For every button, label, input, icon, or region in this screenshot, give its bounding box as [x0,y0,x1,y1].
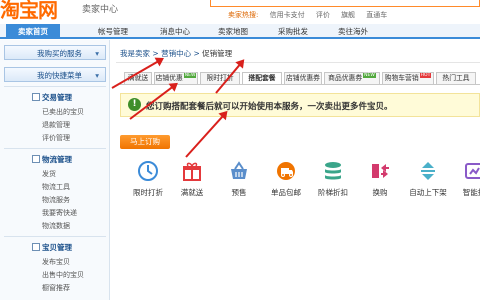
search-box[interactable] [210,0,480,7]
breadcrumb-separator: > [193,49,200,58]
gift-icon [183,162,201,181]
sidebar-item[interactable]: 出售中的宝贝 [42,270,84,280]
nav-messages[interactable]: 消息中心 [148,24,202,39]
tab-label: 商品优惠券 [328,74,363,82]
tab-label: 购物车营销 [384,74,419,82]
hot-link[interactable]: 评价 [316,11,330,19]
tab-label: 店铺优惠券 [286,74,320,82]
clock-icon [138,161,158,181]
service-label: 单品包邮 [271,188,301,197]
smart-icon [465,163,480,179]
service-label: 阶梯折扣 [318,188,348,197]
chevron-down-icon: ▾ [95,71,99,80]
nav-seller-home[interactable]: 卖家首页 [6,24,60,39]
breadcrumb: 我是卖家 > 营销中心 > 促销管理 [120,48,232,59]
exchange-icon [372,164,389,178]
tab-label: 店铺优惠 [155,74,183,82]
stack-icon [325,162,341,180]
service-smart[interactable]: 智能推 [452,160,480,198]
service-label: 满就送 [180,188,204,197]
tab-label: 搭配套餐 [248,74,276,82]
annotation-arrow [185,111,227,158]
tab-shop-coupon[interactable]: 店铺优惠券 [284,72,322,84]
sidebar-item[interactable]: 物流服务 [42,195,70,205]
sidebar-item[interactable]: 橱窗推荐 [42,283,70,293]
service-label: 预售 [231,188,247,197]
divider [4,86,106,87]
seller-center-title: 卖家中心 [82,5,119,15]
chevron-down-icon: ▾ [95,49,99,58]
service-label: 限时打折 [133,188,163,197]
service-limited-discount[interactable]: 限时打折 [126,160,170,198]
tab-label: 热门工具 [442,74,470,82]
sidebar-quick-menu[interactable]: 我的快捷菜单 ▾ [4,67,106,82]
sidebar-item[interactable]: 我要寄快递 [42,208,77,218]
sidebar-item[interactable]: 发布宝贝 [42,257,70,267]
main-nav: 卖家首页 帐号管理 消息中心 卖家地图 采购批发 卖往海外 [0,24,480,39]
divider [4,236,106,237]
service-label: 自动上下架 [409,188,447,197]
alert-icon: ! [128,98,141,111]
sidebar-item[interactable]: 发货 [42,169,56,179]
sidebar-group-logistics[interactable]: 物流管理 [32,154,72,165]
sidebar-button-label: 我的快捷菜单 [37,71,82,80]
new-badge: NEW [363,73,376,78]
hot-search-label: 卖家热搜: [228,11,259,19]
breadcrumb-marketing[interactable]: 营销中心 [161,49,191,58]
top-header: 淘宝网 卖家中心 卖家热搜: 信用卡支付 评价 旗舰 直通车 [0,0,480,22]
breadcrumb-home[interactable]: 我是卖家 [120,49,150,58]
hot-link[interactable]: 直通车 [366,11,387,19]
service-manjiusong[interactable]: 满就送 [170,160,214,198]
hot-link[interactable]: 旗舰 [341,11,355,19]
basket-icon [231,161,247,179]
divider [116,62,480,63]
sidebar-group-trade[interactable]: 交易管理 [32,92,72,103]
free-shipping-icon [277,162,295,180]
tab-cart-marketing[interactable]: 购物车营销 HOT [382,72,434,84]
taobao-logo[interactable]: 淘宝网 [0,0,58,23]
sidebar: 我购买的服务 ▾ 我的快捷菜单 ▾ 交易管理 已卖出的宝贝 退款管理 评价管理 物流… [0,40,110,300]
nav-overseas[interactable]: 卖往海外 [326,24,380,39]
service-label: 智能推 [462,188,480,197]
tab-item-coupon[interactable]: 商品优惠券 NEW [324,72,380,84]
sidebar-group-items[interactable]: 宝贝管理 [32,242,72,253]
hot-search-links: 卖家热搜: 信用卡支付 评价 旗舰 直通车 [228,10,396,20]
sidebar-item[interactable]: 物流数据 [42,221,70,231]
sidebar-purchased-services[interactable]: 我购买的服务 ▾ [4,45,106,60]
sidebar-item[interactable]: 评价管理 [42,133,70,143]
sidebar-item[interactable]: 已卖出的宝贝 [42,107,84,117]
divider [4,148,106,149]
service-label: 换购 [372,188,388,197]
nav-seller-map[interactable]: 卖家地图 [206,24,260,39]
order-now-button[interactable]: 马上订购 [120,135,170,149]
notice-text: 您订购搭配套餐后就可以开始使用本服务，一次卖出更多件宝贝。 [146,102,393,112]
nav-wholesale[interactable]: 采购批发 [266,24,320,39]
hot-badge: HOT [419,73,432,78]
up-down-icon [421,162,435,180]
tab-limited-discount[interactable]: 限时打折 [200,72,240,84]
hot-link[interactable]: 信用卡支付 [270,11,305,19]
tab-hot-tools[interactable]: 热门工具 [436,72,476,84]
sidebar-item[interactable]: 物流工具 [42,182,70,192]
service-free-shipping[interactable]: 单品包邮 [264,160,308,198]
service-exchange[interactable]: 换购 [358,160,402,198]
service-presale[interactable]: 预售 [217,160,261,198]
sidebar-item[interactable]: 退款管理 [42,120,70,130]
nav-account[interactable]: 帐号管理 [86,24,140,39]
new-badge: NEW [183,73,197,78]
service-tiered-discount[interactable]: 阶梯折扣 [311,160,355,198]
service-auto-listing[interactable]: 自动上下架 [406,160,450,198]
sidebar-button-label: 我购买的服务 [37,49,82,58]
breadcrumb-current: 促销管理 [202,49,233,58]
